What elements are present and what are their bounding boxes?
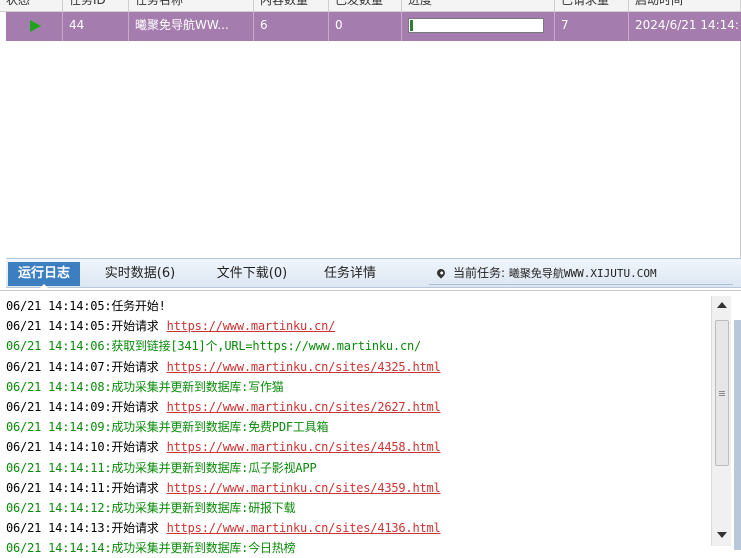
log-message: 成功采集并更新到数据库:写作猫 bbox=[111, 379, 284, 394]
log-link[interactable]: https://www.martinku.cn/sites/4458.html bbox=[167, 440, 441, 454]
log-message: 成功采集并更新到数据库:研报下载 bbox=[111, 500, 296, 515]
log-timestamp: 06/21 14:14:13: bbox=[6, 521, 112, 536]
column-header-sent-count[interactable]: 已发数量 bbox=[329, 0, 402, 11]
tab-task-details[interactable]: 任务详情 bbox=[310, 262, 390, 286]
cell-sent-count: 0 bbox=[329, 12, 402, 41]
log-timestamp: 06/21 14:14:10: bbox=[6, 440, 112, 455]
log-scrollbar[interactable] bbox=[711, 296, 731, 546]
log-line: 06/21 14:14:11:开始请求 https://www.martinku.… bbox=[6, 478, 706, 498]
log-message: 开始请求 bbox=[111, 440, 159, 455]
log-message: 成功采集并更新到数据库:瓜子影视APP bbox=[111, 460, 317, 475]
tab-file-download[interactable]: 文件下载(0) bbox=[202, 262, 302, 286]
log-line: 06/21 14:14:14:成功采集并更新到数据库:今日热榜 bbox=[6, 538, 706, 558]
progress-bar bbox=[408, 18, 544, 33]
log-timestamp: 06/21 14:14:05: bbox=[6, 299, 112, 313]
log-line: 06/21 14:14:08:成功采集并更新到数据库:写作猫 bbox=[6, 377, 706, 397]
current-task-value: 曦聚免导航WWW.XIJUTU.COM bbox=[508, 267, 657, 280]
log-timestamp: 06/21 14:14:09: bbox=[6, 420, 112, 435]
cell-task-name: 曦聚免导航WW... bbox=[129, 12, 254, 41]
location-pin-icon bbox=[435, 266, 447, 279]
log-timestamp: 06/21 14:14:11: bbox=[6, 460, 112, 475]
log-message: 成功采集并更新到数据库:今日热榜 bbox=[111, 541, 296, 556]
log-message: 开始请求 bbox=[111, 399, 159, 414]
log-message: 获取到链接[341]个,URL=https://www.martinku.cn/ bbox=[111, 339, 422, 354]
cell-task-id: 44 bbox=[63, 12, 129, 41]
log-line: 06/21 14:14:11:成功采集并更新到数据库:瓜子影视APP bbox=[6, 458, 706, 478]
log-line: 06/21 14:14:09:成功采集并更新到数据库:免费PDF工具箱 bbox=[6, 417, 706, 437]
log-message: 任务开始! bbox=[111, 299, 166, 313]
log-link[interactable]: https://www.martinku.cn/sites/2627.html bbox=[167, 400, 441, 414]
tab-realtime-data[interactable]: 实时数据(6) bbox=[90, 262, 190, 286]
scroll-thumb[interactable] bbox=[715, 320, 729, 466]
column-header-status[interactable]: 状态 bbox=[0, 0, 63, 11]
column-header-start-time[interactable]: 启动时间 bbox=[629, 0, 741, 11]
cell-content-count: 6 bbox=[254, 12, 329, 41]
play-icon bbox=[30, 19, 41, 32]
log-line: 06/21 14:14:12:成功采集并更新到数据库:研报下载 bbox=[6, 498, 706, 518]
log-timestamp: 06/21 14:14:14: bbox=[6, 541, 112, 556]
log-message: 开始请求 bbox=[111, 480, 159, 495]
log-message: 开始请求 bbox=[111, 521, 159, 536]
column-header-task-id[interactable]: 任务ID bbox=[63, 0, 129, 11]
log-timestamp: 06/21 14:14:09: bbox=[6, 399, 112, 414]
log-line: 06/21 14:14:07:开始请求 https://www.martinku.… bbox=[6, 357, 706, 377]
progress-fill bbox=[410, 20, 413, 31]
log-link[interactable]: https://www.martinku.cn/ bbox=[167, 319, 336, 333]
log-line: 06/21 14:14:05:任务开始! bbox=[6, 296, 706, 316]
log-message: 开始请求 bbox=[111, 359, 159, 374]
log-link[interactable]: https://www.martinku.cn/sites/4359.html bbox=[167, 481, 441, 495]
panel-edge bbox=[734, 320, 741, 550]
scroll-up-arrow-icon[interactable] bbox=[717, 302, 727, 308]
log-timestamp: 06/21 14:14:11: bbox=[6, 480, 112, 495]
log-link[interactable]: https://www.martinku.cn/sites/4136.html bbox=[167, 521, 441, 535]
log-message: 成功采集并更新到数据库:免费PDF工具箱 bbox=[111, 420, 329, 435]
cell-status bbox=[6, 12, 63, 41]
column-header-progress[interactable]: 进度 bbox=[402, 0, 555, 11]
cell-start-time: 2024/6/21 14:14: bbox=[635, 18, 739, 32]
log-line: 06/21 14:14:09:开始请求 https://www.martinku.… bbox=[6, 397, 706, 417]
log-line: 06/21 14:14:06:获取到链接[341]个,URL=https://w… bbox=[6, 336, 706, 356]
log-timestamp: 06/21 14:14:06: bbox=[6, 339, 112, 354]
task-table: 状态 任务ID 任务名称 内容数量 已发数量 进度 已请求量 启动时间 44 曦… bbox=[0, 0, 741, 258]
table-header: 状态 任务ID 任务名称 内容数量 已发数量 进度 已请求量 启动时间 bbox=[0, 0, 741, 12]
log-line: 06/21 14:14:05:开始请求 https://www.martinku.… bbox=[6, 316, 706, 336]
log-line: 06/21 14:14:13:开始请求 https://www.martinku.… bbox=[6, 518, 706, 538]
table-row[interactable]: 44 曦聚免导航WW... 6 0 7 2024/6/21 14:14: bbox=[6, 12, 741, 41]
log-timestamp: 06/21 14:14:12: bbox=[6, 500, 112, 515]
cell-requested: 7 bbox=[555, 12, 629, 41]
log-list: 06/21 14:14:05:任务开始! 06/21 14:14:05:开始请求 h… bbox=[6, 296, 706, 558]
tab-run-log[interactable]: 运行日志 bbox=[8, 262, 80, 289]
column-header-requested[interactable]: 已请求量 bbox=[555, 0, 629, 11]
log-timestamp: 06/21 14:14:07: bbox=[6, 359, 112, 374]
log-timestamp: 06/21 14:14:05: bbox=[6, 319, 112, 334]
scroll-down-arrow-icon[interactable] bbox=[717, 532, 727, 538]
tab-bar: 运行日志 实时数据(6) 文件下载(0) 任务详情 当前任务: 曦聚免导航WWW… bbox=[6, 258, 741, 289]
current-task-label: 当前任务: bbox=[453, 266, 506, 280]
log-line: 06/21 14:14:10:开始请求 https://www.martinku.… bbox=[6, 437, 706, 457]
log-link[interactable]: https://www.martinku.cn/sites/4325.html bbox=[167, 360, 441, 374]
column-header-task-name[interactable]: 任务名称 bbox=[129, 0, 254, 11]
column-header-content-count[interactable]: 内容数量 bbox=[254, 0, 329, 11]
current-task-indicator: 当前任务: 曦聚免导航WWW.XIJUTU.COM bbox=[429, 262, 733, 285]
log-message: 开始请求 bbox=[111, 319, 159, 334]
log-timestamp: 06/21 14:14:08: bbox=[6, 379, 112, 394]
cell-progress bbox=[402, 12, 555, 41]
